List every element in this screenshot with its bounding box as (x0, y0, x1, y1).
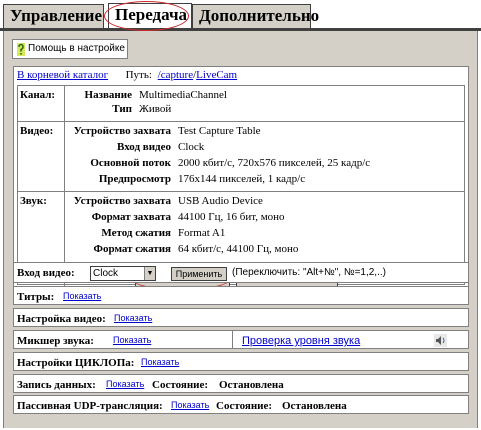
mixer-label: Микшер звука: (17, 335, 94, 347)
video-main-stream-key: Основной поток (90, 157, 171, 169)
titles-label: Титры: (17, 291, 55, 303)
video-input-control-row: Вход видео: Clock ▼ Применить (Переключи… (13, 262, 469, 283)
channel-type-value: Живой (139, 103, 172, 115)
ciklop-show-link[interactable]: Показать (141, 357, 179, 367)
titles-row: Титры: Показать (13, 286, 469, 305)
channel-name-row: Название MultimediaChannel (18, 89, 464, 103)
dropdown-arrow-icon[interactable]: ▼ (144, 267, 155, 280)
udp-row: Пассивная UDP-трансляция: Показать Состо… (13, 395, 469, 414)
mixer-row: Микшер звука: Показать Проверка уровня з… (13, 330, 469, 349)
audio-capture-format-row: Формат захвата 44100 Гц, 16 бит, моно (18, 211, 464, 225)
audio-compressed-format-row: Формат сжатия 64 кбит/с, 44100 Гц, моно (18, 243, 464, 257)
audio-device-key: Устройство захвата (73, 195, 171, 207)
apply-button[interactable]: Применить (171, 267, 227, 281)
udp-state-label: Состояние: (216, 400, 273, 412)
video-main-stream-row: Основной поток 2000 кбит/с, 720x576 пикс… (18, 157, 464, 171)
video-settings-row: Настройка видео: Показать (13, 308, 469, 327)
video-input-select-value: Clock (93, 268, 119, 279)
content-frame: Помощь в настройке В корневой каталог Пу… (3, 31, 478, 428)
video-preview-row: Предпросмотр 176x144 пикселей, 1 кадр/с (18, 173, 464, 187)
audio-capture-format-value: 44100 Гц, 16 бит, моно (178, 211, 285, 223)
video-preview-key: Предпросмотр (98, 173, 171, 185)
channel-type-key: Тип (112, 103, 132, 115)
video-input-hint: (Переключить: "Alt+№", №=1,2,..) (232, 267, 386, 278)
udp-show-link[interactable]: Показать (171, 400, 209, 410)
tab-bar: Управление Дополнительно Передача (0, 0, 481, 31)
audio-codec-key: Метод сжатия (101, 227, 171, 239)
video-preview-value: 176x144 пикселей, 1 кадр/с (178, 173, 306, 185)
recording-state-label: Состояние: (152, 379, 209, 391)
recording-show-link[interactable]: Показать (106, 379, 144, 389)
ciklop-row: Настройки ЦИКЛОПа: Показать (13, 352, 469, 371)
mixer-show-link[interactable]: Показать (113, 335, 151, 345)
ciklop-label: Настройки ЦИКЛОПа: (17, 357, 135, 369)
tab-advanced[interactable]: Дополнительно (192, 4, 319, 28)
root-link[interactable]: В корневой каталог (17, 69, 108, 81)
channel-section: Канал: Название MultimediaChannel Тип Жи… (18, 86, 464, 122)
help-button[interactable]: Помощь в настройке (12, 39, 128, 59)
udp-label: Пассивная UDP-трансляция: (17, 400, 163, 412)
audio-device-value: USB Audio Device (178, 195, 263, 207)
audio-compressed-format-key: Формат сжатия (93, 243, 171, 255)
channel-name-key: Название (84, 89, 132, 101)
help-question-icon (17, 43, 25, 56)
help-button-label: Помощь в настройке (28, 43, 125, 54)
audio-compressed-format-value: 64 кбит/с, 44100 Гц, моно (178, 243, 299, 255)
channel-name-value: MultimediaChannel (139, 89, 227, 101)
video-input-select[interactable]: Clock ▼ (90, 266, 156, 281)
video-input-label: Вход видео: (17, 267, 75, 279)
audio-capture-format-key: Формат захвата (91, 211, 171, 223)
audio-codec-value: Format A1 (178, 227, 226, 239)
breadcrumb: В корневой каталог Путь: /capture/LiveCa… (17, 69, 237, 83)
sound-level-check-link[interactable]: Проверка уровня звука (242, 335, 360, 347)
channel-info-panel: В корневой каталог Путь: /capture/LiveCa… (13, 66, 469, 290)
video-settings-label: Настройка видео: (17, 313, 106, 325)
video-settings-show-link[interactable]: Показать (114, 313, 152, 323)
titles-show-link[interactable]: Показать (63, 291, 101, 301)
channel-info-table: Канал: Название MultimediaChannel Тип Жи… (17, 85, 465, 286)
audio-device-row: Устройство захвата USB Audio Device (18, 195, 464, 209)
mixer-divider (232, 331, 233, 348)
path-capture-link[interactable]: /capture (158, 69, 193, 81)
recording-state-value: Остановлена (219, 379, 284, 391)
video-device-key: Устройство захвата (73, 125, 171, 137)
video-main-stream-value: 2000 кбит/с, 720x576 пикселей, 25 кадр/с (178, 157, 371, 169)
video-input-row: Вход видео Clock (18, 141, 464, 155)
video-section: Видео: Устройство захвата Test Capture T… (18, 122, 464, 192)
speaker-icon[interactable] (434, 334, 447, 347)
tab-transmission[interactable]: Передача (108, 3, 192, 29)
channel-type-row: Тип Живой (18, 103, 464, 117)
udp-state-value: Остановлена (282, 400, 347, 412)
recording-label: Запись данных: (17, 379, 96, 391)
video-input-value: Clock (178, 141, 205, 153)
tab-management[interactable]: Управление (3, 4, 104, 28)
recording-row: Запись данных: Показать Состояние: Остан… (13, 374, 469, 393)
video-device-row: Устройство захвата Test Capture Table (18, 125, 464, 139)
audio-codec-row: Метод сжатия Format A1 (18, 227, 464, 241)
video-input-key: Вход видео (117, 141, 171, 153)
video-device-value: Test Capture Table (178, 125, 261, 137)
path-label: Путь: (125, 69, 152, 81)
path-livecam-link[interactable]: LiveCam (196, 69, 237, 81)
